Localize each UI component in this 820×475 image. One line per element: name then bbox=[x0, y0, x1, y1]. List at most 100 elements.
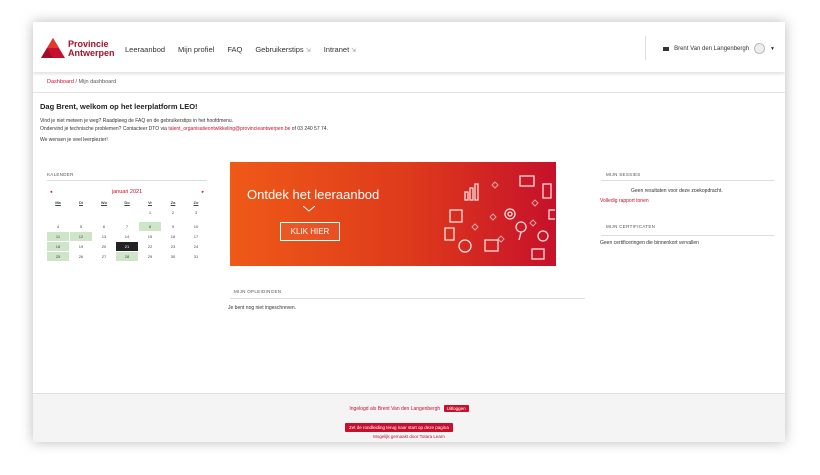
calendar-day[interactable]: 27 bbox=[93, 252, 115, 261]
calendar-day[interactable]: 8 bbox=[139, 222, 161, 231]
calendar-day[interactable]: 29 bbox=[139, 252, 161, 261]
intro-line2-prefix: Ondervind je technische problemen? Conta… bbox=[40, 126, 169, 132]
calendar-spacer bbox=[47, 218, 69, 221]
calendar-spacer bbox=[139, 218, 161, 221]
calendar-day[interactable]: 14 bbox=[116, 232, 138, 241]
calendar-day[interactable]: 4 bbox=[47, 222, 69, 231]
calendar-day[interactable]: 18 bbox=[47, 242, 69, 251]
calendar-day bbox=[116, 208, 138, 217]
calendar-day[interactable]: 22 bbox=[139, 242, 161, 251]
calendar-day[interactable]: 12 bbox=[70, 232, 92, 241]
breadcrumb-current: Mijn dashboard bbox=[78, 79, 117, 85]
nav-item-gebruikerstips[interactable]: Gebruikerstips ⇲ bbox=[255, 45, 310, 54]
powered-by-link[interactable]: Mogelijk gemaakt door Totara Learn bbox=[33, 434, 785, 439]
calendar-spacer bbox=[162, 218, 184, 221]
calendar-day[interactable]: 2 bbox=[162, 208, 184, 217]
reset-tour-button[interactable]: Zet de rondleiding terug naar start op d… bbox=[345, 423, 453, 432]
intro-line2: Ondervind je technische problemen? Conta… bbox=[40, 125, 328, 133]
page-title: Dag Brent, welkom op het leerplatform LE… bbox=[40, 102, 198, 111]
sessies-title: MIJN SESSIES bbox=[606, 172, 641, 177]
provincie-logo-icon[interactable] bbox=[41, 38, 65, 58]
breadcrumb: Dashboard / Mijn dashboard bbox=[47, 79, 116, 85]
calendar-day bbox=[47, 208, 69, 217]
chevron-down-icon[interactable]: ▼ bbox=[770, 46, 775, 52]
calendar-day[interactable]: 24 bbox=[185, 242, 207, 251]
user-menu[interactable]: Brent Van den Langenbergh ▼ bbox=[663, 43, 775, 54]
external-link-icon: ⇲ bbox=[351, 48, 357, 54]
breadcrumb-separator: / bbox=[75, 79, 77, 85]
user-name[interactable]: Brent Van den Langenbergh bbox=[674, 46, 749, 52]
calendar-grid: Ma Di Wo Do Vr Za Zo 1 2 3 4 5 6 7 8 9 1… bbox=[47, 198, 207, 261]
opleidingen-title: MIJN OPLEIDINGEN bbox=[234, 289, 282, 294]
calendar-day[interactable]: 5 bbox=[70, 222, 92, 231]
calendar-day[interactable]: 11 bbox=[47, 232, 69, 241]
divider bbox=[601, 180, 774, 181]
avatar[interactable] bbox=[754, 43, 766, 54]
logged-in-text[interactable]: Ingelogd als Brent Van den Langenbergh bbox=[349, 406, 440, 412]
intro-line3: We wensen je veel leerplezier! bbox=[40, 137, 108, 143]
calendar-day[interactable]: 16 bbox=[162, 232, 184, 241]
calendar-day-today[interactable]: 21 bbox=[116, 242, 138, 251]
calendar-prev-icon[interactable]: ◄ bbox=[49, 189, 53, 194]
calendar-day[interactable]: 20 bbox=[93, 242, 115, 251]
divider bbox=[33, 92, 785, 93]
calendar-header: ◄ januari 2021 ► bbox=[47, 187, 207, 196]
volledig-rapport-link[interactable]: Volledig rapport tonen bbox=[600, 198, 649, 204]
calendar-day[interactable]: 13 bbox=[93, 232, 115, 241]
calendar-day[interactable]: 3 bbox=[185, 208, 207, 217]
calendar-spacer bbox=[70, 218, 92, 221]
divider bbox=[47, 180, 207, 181]
calendar-day[interactable]: 1 bbox=[139, 208, 161, 217]
calendar-weekday: Vr bbox=[147, 200, 152, 205]
nav-item-intranet-label: Intranet bbox=[323, 45, 350, 54]
nav-item-leeraanbod[interactable]: Leeraanbod bbox=[125, 45, 165, 54]
calendar-spacer bbox=[185, 218, 207, 221]
certificaten-title: MIJN CERTIFICATEN bbox=[606, 224, 656, 229]
calendar-spacer bbox=[116, 218, 138, 221]
calendar-day[interactable]: 17 bbox=[185, 232, 207, 241]
external-link-icon: ⇲ bbox=[305, 48, 311, 54]
brand-line2: Antwerpen bbox=[68, 48, 115, 58]
calendar: ◄ januari 2021 ► Ma Di Wo Do Vr Za Zo 1 … bbox=[47, 187, 207, 261]
main-nav: Leeraanbod Mijn profiel FAQ Gebruikersti… bbox=[125, 45, 356, 54]
support-email-link[interactable]: talent_organisatieontwikkeling@provincie… bbox=[168, 126, 290, 132]
nav-item-gebruikerstips-label: Gebruikerstips bbox=[255, 45, 304, 54]
calendar-day[interactable]: 6 bbox=[93, 222, 115, 231]
banner-headline: Ontdek het leeraanbod bbox=[247, 187, 380, 202]
calendar-weekday: Zo bbox=[193, 200, 199, 205]
calendar-day[interactable]: 9 bbox=[162, 222, 184, 231]
calendar-day[interactable]: 25 bbox=[47, 252, 69, 261]
opleidingen-empty: Je bent nog niet ingeschreven. bbox=[228, 305, 297, 311]
calendar-weekday: Ma bbox=[55, 200, 61, 205]
browser-frame: Provincie Antwerpen Leeraanbod Mijn prof… bbox=[33, 22, 785, 442]
calendar-weekday: Di bbox=[79, 200, 83, 205]
page-footer: Ingelogd als Brent Van den Langenbergh U… bbox=[33, 393, 785, 442]
nav-item-faq[interactable]: FAQ bbox=[227, 45, 242, 54]
calendar-day[interactable]: 10 bbox=[185, 222, 207, 231]
calendar-day[interactable]: 28 bbox=[116, 252, 138, 261]
calendar-weekday: Za bbox=[170, 200, 176, 205]
calendar-month[interactable]: januari 2021 bbox=[112, 189, 142, 195]
calendar-title: KALENDER bbox=[47, 172, 74, 177]
klik-hier-button[interactable]: KLIK HIER bbox=[280, 222, 340, 241]
calendar-day[interactable]: 31 bbox=[185, 252, 207, 261]
logout-button[interactable]: Uitloggen bbox=[443, 405, 469, 412]
site-header: Provincie Antwerpen Leeraanbod Mijn prof… bbox=[33, 22, 785, 72]
brand-name[interactable]: Provincie Antwerpen bbox=[68, 40, 115, 58]
chevron-down-icon bbox=[303, 206, 315, 212]
mail-icon[interactable] bbox=[663, 46, 670, 51]
breadcrumb-dashboard[interactable]: Dashboard bbox=[47, 79, 74, 85]
calendar-day[interactable]: 15 bbox=[139, 232, 161, 241]
nav-item-intranet[interactable]: Intranet ⇲ bbox=[324, 45, 356, 54]
calendar-weekday: Wo bbox=[100, 200, 108, 205]
calendar-day[interactable]: 26 bbox=[70, 252, 92, 261]
calendar-next-icon[interactable]: ► bbox=[201, 189, 205, 194]
calendar-day[interactable]: 23 bbox=[162, 242, 184, 251]
nav-item-mijn-profiel[interactable]: Mijn profiel bbox=[178, 45, 214, 54]
calendar-day[interactable]: 30 bbox=[162, 252, 184, 261]
calendar-day[interactable]: 7 bbox=[116, 222, 138, 231]
calendar-day bbox=[93, 208, 115, 217]
calendar-weekday: Do bbox=[124, 200, 130, 205]
calendar-day[interactable]: 19 bbox=[70, 242, 92, 251]
leeraanbod-banner[interactable]: Ontdek het leeraanbod KLIK HIER bbox=[230, 162, 556, 266]
